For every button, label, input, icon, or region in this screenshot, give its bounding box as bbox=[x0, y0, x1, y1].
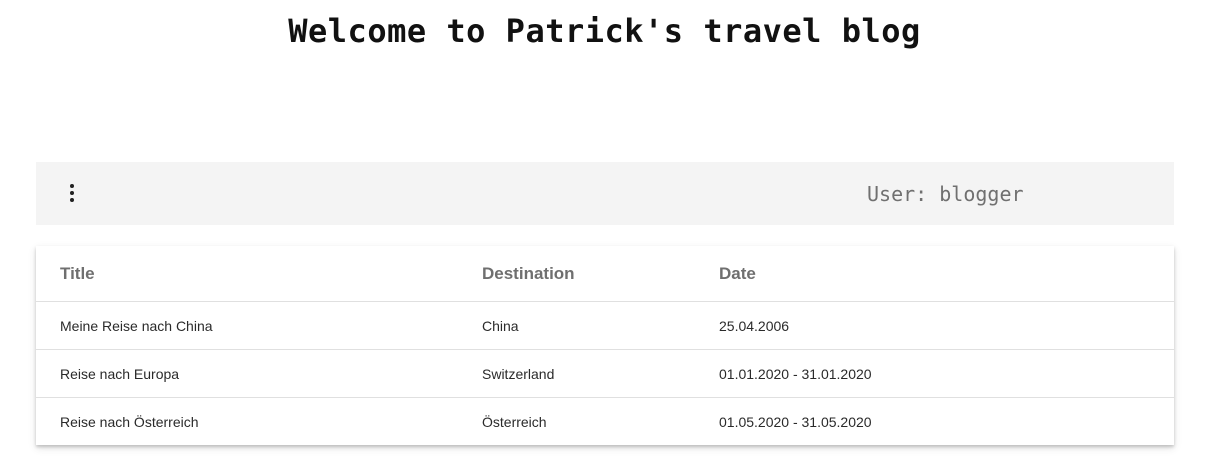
blog-table: Title Destination Date Meine Reise nach … bbox=[36, 246, 1174, 445]
cell-date: 25.04.2006 bbox=[695, 301, 1174, 350]
cell-date: 01.05.2020 - 31.05.2020 bbox=[719, 413, 872, 430]
page-title: Welcome to Patrick's travel blog bbox=[288, 12, 921, 50]
column-header-date[interactable]: Date bbox=[695, 246, 1174, 302]
table-row[interactable]: Reise nach Europa Switzerland 01.01.2020… bbox=[36, 349, 1174, 398]
column-header-title[interactable]: Title bbox=[36, 246, 458, 302]
column-header-destination[interactable]: Destination bbox=[458, 246, 695, 302]
cell-title: Reise nach Europa bbox=[36, 349, 458, 398]
cell-destination: China bbox=[458, 301, 695, 350]
table-row[interactable]: Meine Reise nach China China 25.04.2006 bbox=[36, 301, 1174, 350]
table-header-row: Title Destination Date bbox=[36, 246, 1174, 302]
table-row[interactable]: Reise nach Österreich Österreich 01.05.2… bbox=[36, 398, 1174, 446]
cell-date: 01.01.2020 - 31.01.2020 bbox=[695, 349, 1174, 398]
cell-destination: Österreich bbox=[482, 413, 547, 430]
more-vertical-icon[interactable] bbox=[57, 178, 87, 208]
cell-destination: Switzerland bbox=[458, 349, 695, 398]
toolbar: User: blogger bbox=[36, 162, 1174, 225]
cell-title: Reise nach Österreich bbox=[60, 413, 199, 430]
cell-title: Meine Reise nach China bbox=[36, 301, 458, 350]
user-label: User: blogger bbox=[867, 182, 1024, 206]
